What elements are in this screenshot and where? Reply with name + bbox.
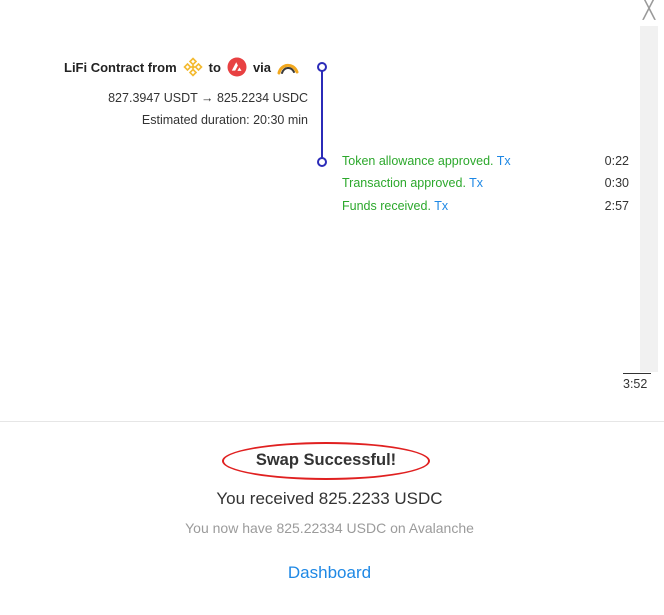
bnb-chain-icon bbox=[183, 57, 203, 77]
total-time-rule bbox=[623, 373, 651, 374]
timeline-start-dot bbox=[317, 62, 327, 72]
step-time: 2:57 bbox=[604, 199, 629, 213]
tx-link[interactable]: Tx bbox=[469, 176, 483, 190]
balance-text: You now have 825.22334 USDC on Avalanche bbox=[185, 520, 474, 536]
close-icon: ╳ bbox=[642, 0, 656, 20]
step-label: Transaction approved. bbox=[342, 176, 466, 190]
route-title-via: via bbox=[252, 59, 272, 75]
swap-success-title: Swap Successful! bbox=[255, 451, 397, 469]
step-token-allowance: Token allowance approved. Tx bbox=[342, 154, 511, 168]
total-time: 3:52 bbox=[623, 377, 648, 391]
step-label: Token allowance approved. bbox=[342, 154, 494, 168]
step-label: Funds received. bbox=[342, 199, 431, 213]
avalanche-icon bbox=[227, 57, 247, 77]
timeline-end-dot bbox=[317, 157, 327, 167]
route-title-to: to bbox=[208, 59, 221, 75]
tx-link[interactable]: Tx bbox=[434, 199, 448, 213]
dashboard-link[interactable]: Dashboard bbox=[0, 563, 659, 583]
estimated-duration: Estimated duration: 20:30 min bbox=[141, 113, 308, 127]
section-divider bbox=[0, 421, 664, 422]
swap-amounts: 827.3947 USDT → 825.2234 USDC bbox=[108, 91, 308, 105]
step-time: 0:22 bbox=[604, 154, 629, 168]
bridge-icon bbox=[277, 57, 299, 77]
scrollbar[interactable] bbox=[640, 26, 658, 372]
timeline-line bbox=[321, 70, 323, 162]
received-amount: You received 825.2233 USDC bbox=[216, 489, 443, 508]
step-funds-received: Funds received. Tx bbox=[342, 199, 448, 213]
step-time: 0:30 bbox=[604, 176, 629, 190]
close-button[interactable]: ╳ bbox=[639, 0, 659, 18]
step-transaction-approved: Transaction approved. Tx bbox=[342, 176, 483, 190]
route-title: LiFi Contract from to via bbox=[64, 57, 303, 77]
tx-link[interactable]: Tx bbox=[497, 154, 511, 168]
route-title-prefix: LiFi Contract from bbox=[64, 59, 177, 75]
